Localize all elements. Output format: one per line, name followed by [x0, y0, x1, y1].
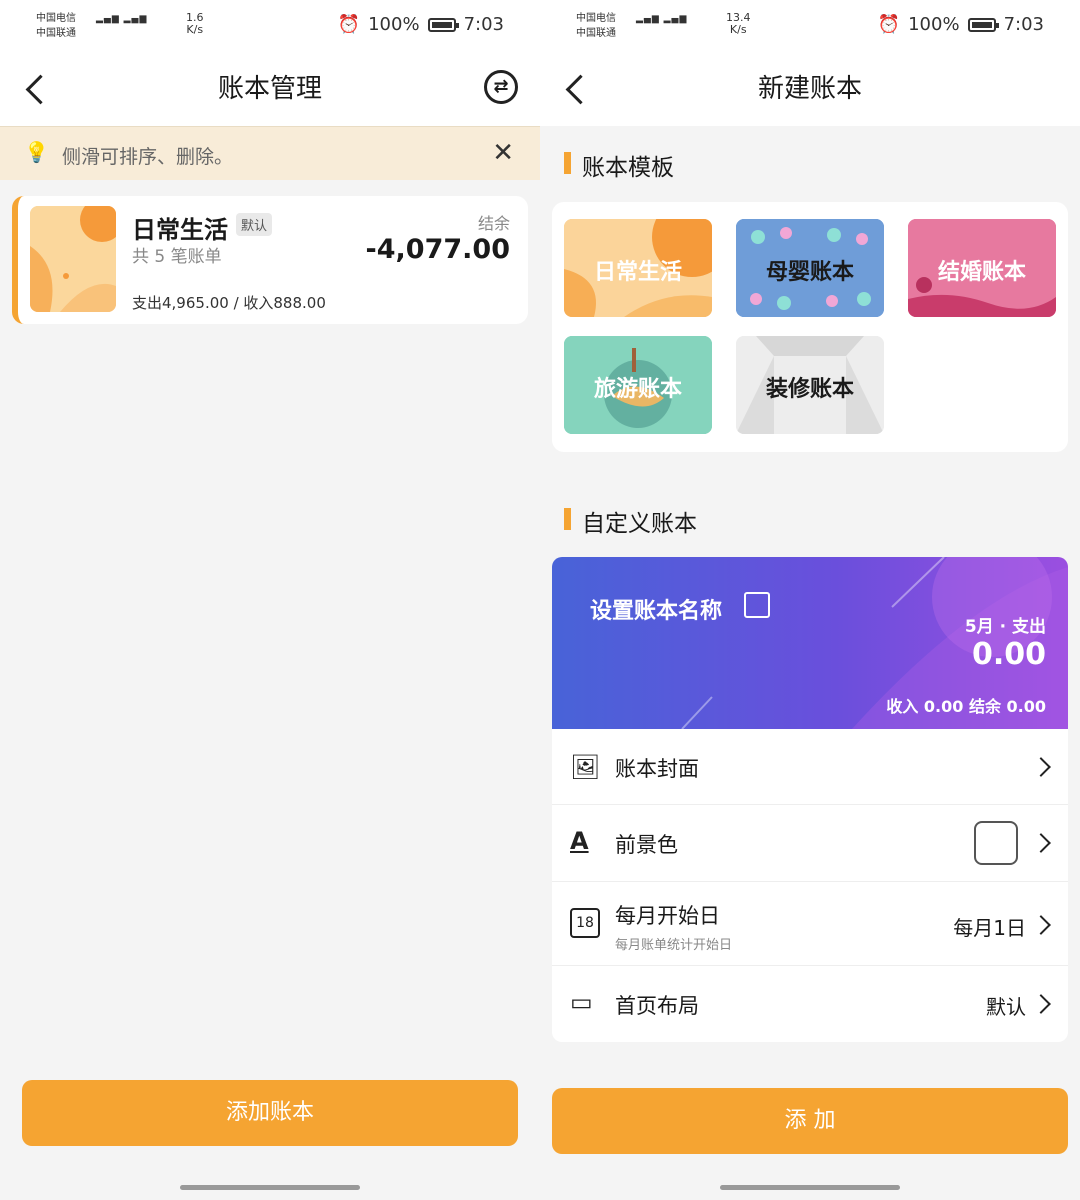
chevron-right-icon: [1031, 994, 1051, 1014]
status-right: ⏰ 100% 7:03: [338, 14, 504, 35]
template-label: 结婚账本: [937, 260, 1026, 285]
header: 账本管理 ⇄: [0, 50, 540, 126]
clock: 7:03: [1003, 14, 1044, 35]
templates-panel: 日常生活 母婴账本 结婚账本 旅游账本 装修账本: [552, 202, 1068, 452]
net-speed: 13.4 K/s: [726, 12, 751, 36]
row-label: 账本封面: [615, 757, 699, 781]
row-label: 前景色: [615, 833, 678, 857]
net-speed: 1.6 K/s: [186, 12, 204, 36]
custom-title-text: 自定义账本: [582, 511, 697, 537]
carrier-2: 中国联通: [36, 28, 76, 39]
header: 新建账本: [540, 50, 1080, 126]
add-button[interactable]: 添 加: [552, 1088, 1068, 1154]
chevron-right-icon: [1031, 833, 1051, 853]
alarm-icon: ⏰: [877, 14, 901, 35]
template-baby[interactable]: 母婴账本: [736, 219, 884, 317]
custom-book-card: 设置账本名称 5月 · 支出 0.00 收入 0.00 结余 0.00: [552, 557, 1068, 729]
status-right: ⏰ 100% 7:03: [878, 14, 1044, 35]
template-daily[interactable]: 日常生活: [564, 219, 712, 317]
alarm-icon: ⏰: [337, 14, 361, 35]
book-management-screen: 中国电信 中国联通 ▂▄▆ ▂▄▆ 1.6 K/s ⏰ 100% 7:03 账本…: [0, 0, 540, 1200]
balance-value: -4,077.00: [365, 234, 510, 265]
signal-icon: ▂▄▆ ▂▄▆: [636, 14, 688, 24]
custom-section-title: 自定义账本: [564, 504, 697, 538]
status-bar: 中国电信 中国联通 ▂▄▆ ▂▄▆ 1.6 K/s ⏰ 100% 7:03: [0, 0, 540, 50]
template-label: 母婴账本: [765, 260, 854, 285]
template-label: 旅游账本: [593, 377, 682, 402]
swap-icon[interactable]: ⇄: [484, 70, 518, 104]
book-name-placeholder[interactable]: 设置账本名称: [590, 593, 722, 625]
add-book-button[interactable]: 添加账本: [22, 1080, 518, 1146]
signal-icon: ▂▄▆ ▂▄▆: [96, 14, 148, 24]
home-indicator: [180, 1185, 360, 1190]
row-home-layout[interactable]: ▭ 首页布局 默认: [552, 966, 1068, 1042]
home-indicator: [720, 1185, 900, 1190]
expense-amount: 0.00: [971, 637, 1046, 672]
templates-title-text: 账本模板: [582, 155, 674, 181]
battery-percent: 100%: [368, 14, 420, 35]
calendar-icon: 18: [570, 908, 600, 938]
battery-icon: [967, 17, 999, 32]
template-label: 日常生活: [593, 260, 682, 285]
row-cover[interactable]: 🖼 账本封面: [552, 729, 1068, 805]
lightbulb-icon: 💡: [24, 140, 49, 164]
row-start-day[interactable]: 18 每月开始日 每月账单统计开始日 每月1日: [552, 882, 1068, 966]
row-label: 首页布局: [615, 994, 699, 1018]
carrier-info: 中国电信 中国联通: [576, 11, 616, 41]
chevron-right-icon: [1031, 915, 1051, 935]
layout-value: 默认: [986, 995, 1026, 1019]
carrier-1: 中国电信: [36, 13, 76, 24]
bill-count: 共 5 笔账单: [132, 247, 222, 267]
income-balance: 收入 0.00 结余 0.00: [886, 697, 1046, 716]
status-bar: 中国电信 中国联通 ▂▄▆ ▂▄▆ 13.4 K/s ⏰ 100% 7:03: [540, 0, 1080, 50]
page-title: 新建账本: [757, 74, 862, 104]
net-speed-unit: K/s: [729, 23, 747, 36]
row-sublabel: 每月账单统计开始日: [615, 938, 733, 953]
image-icon: 🖼: [570, 753, 601, 781]
battery-percent: 100%: [908, 14, 960, 35]
row-foreground-color[interactable]: A 前景色: [552, 805, 1068, 882]
page-title: 账本管理: [217, 74, 322, 104]
row-label: 每月开始日: [615, 904, 720, 928]
net-speed-unit: K/s: [186, 23, 204, 36]
template-wedding[interactable]: 结婚账本: [908, 219, 1056, 317]
book-cover-image: [30, 206, 116, 312]
color-swatch[interactable]: [974, 821, 1018, 865]
book-name: 日常生活: [132, 216, 228, 244]
default-badge: 默认: [236, 213, 273, 236]
settings-list: 🖼 账本封面 A 前景色 18 每月开始日 每月账单统计开始日 每月1日 ▭ 首…: [552, 729, 1068, 1042]
balance-label: 结余: [477, 214, 510, 233]
layout-icon: ▭: [570, 988, 593, 1016]
carrier-1: 中国电信: [576, 13, 616, 24]
book-card[interactable]: 日常生活 默认 共 5 笔账单 支出4,965.00 / 收入888.00 结余…: [12, 196, 528, 324]
battery-icon: [427, 17, 459, 32]
clock: 7:03: [463, 14, 504, 35]
start-day-value: 每月1日: [953, 916, 1026, 940]
text-color-icon: A: [570, 827, 589, 855]
new-book-screen: 中国电信 中国联通 ▂▄▆ ▂▄▆ 13.4 K/s ⏰ 100% 7:03 新…: [540, 0, 1080, 1200]
tip-text: 侧滑可排序、删除。: [62, 146, 234, 168]
carrier-2: 中国联通: [576, 28, 616, 39]
close-icon[interactable]: ✕: [492, 138, 514, 168]
template-label: 装修账本: [765, 377, 854, 402]
chevron-right-icon: [1031, 757, 1051, 777]
carrier-info: 中国电信 中国联通: [36, 11, 76, 41]
tip-banner: 💡 侧滑可排序、删除。 ✕: [0, 126, 540, 180]
book-stats: 支出4,965.00 / 收入888.00: [132, 294, 326, 312]
templates-section-title: 账本模板: [564, 148, 674, 182]
edit-icon[interactable]: [744, 592, 770, 618]
month-expense-label: 5月 · 支出: [964, 617, 1046, 637]
template-travel[interactable]: 旅游账本: [564, 336, 712, 434]
template-renovation[interactable]: 装修账本: [736, 336, 884, 434]
